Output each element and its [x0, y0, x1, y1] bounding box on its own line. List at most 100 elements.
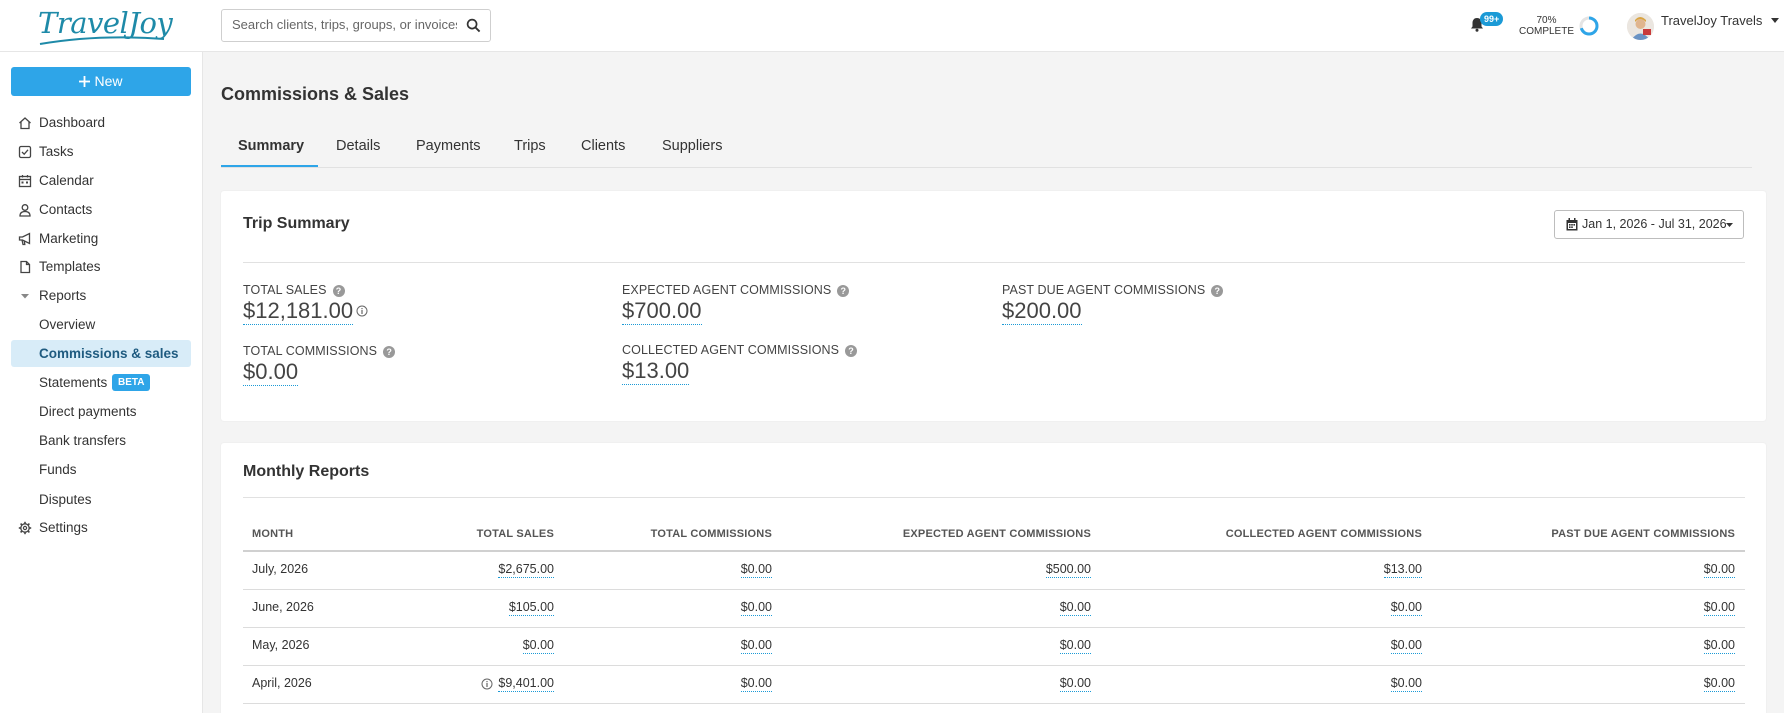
help-icon[interactable]: ?	[845, 345, 858, 357]
cell-past-due[interactable]: $0.00	[1435, 562, 1735, 578]
search-icon[interactable]	[466, 18, 481, 33]
cell-total-commissions[interactable]: $0.00	[572, 600, 772, 616]
progress-donut-icon[interactable]	[1578, 15, 1600, 37]
sidebar-item-calendar[interactable]: Calendar	[11, 168, 191, 194]
column-header-expected-agent-commissions[interactable]: EXPECTED AGENT COMMISSIONS	[791, 528, 1091, 540]
cell-past-due[interactable]: $0.00	[1435, 676, 1735, 692]
cell-value: $0.00	[740, 676, 772, 692]
sidebar-item-settings[interactable]: Settings	[11, 515, 191, 541]
cell-collected[interactable]: $0.00	[1122, 600, 1422, 616]
traveljoy-logo[interactable]: TravelJoy	[38, 6, 173, 45]
cell-value: $0.00	[740, 600, 772, 616]
page-title: Commissions & Sales	[221, 84, 410, 104]
cell-value: $0.00	[522, 638, 554, 654]
cell-value: $0.00	[740, 638, 772, 654]
column-header-collected-agent-commissions[interactable]: COLLECTED AGENT COMMISSIONS	[1122, 528, 1422, 540]
cell-total-sales[interactable]: $2,675.00	[354, 562, 554, 578]
sidebar-item-label: Overview	[39, 317, 96, 332]
tab-clients[interactable]: Clients	[581, 138, 625, 154]
tab-details[interactable]: Details	[336, 138, 380, 154]
beta-badge: BETA	[112, 374, 151, 391]
cell-value: $0.00	[1703, 600, 1735, 616]
new-button[interactable]: New	[11, 67, 191, 96]
calendar-icon	[1566, 218, 1578, 231]
tab-suppliers[interactable]: Suppliers	[662, 138, 722, 154]
cell-value: $0.00	[1703, 676, 1735, 692]
metric-value-collected-agent-commissions[interactable]: $13.00	[622, 359, 690, 385]
sidebar-item-dashboard[interactable]: Dashboard	[11, 110, 191, 136]
metric-value-total-sales[interactable]: $12,181.00	[243, 299, 354, 325]
cell-month: April, 2026	[252, 676, 312, 690]
cell-value: $0.00	[1703, 638, 1735, 654]
sidebar-item-statements[interactable]: Statements BETA	[11, 369, 191, 396]
sidebar-item-marketing[interactable]: Marketing	[11, 226, 191, 252]
sidebar-item-overview[interactable]: Overview	[11, 311, 191, 338]
sidebar-item-label: Commissions & sales	[39, 346, 179, 361]
cell-expected[interactable]: $500.00	[791, 562, 1091, 578]
cell-total-commissions[interactable]: $0.00	[572, 562, 772, 578]
cell-collected[interactable]: $13.00	[1122, 562, 1422, 578]
column-header-month[interactable]: MONTH	[252, 528, 293, 540]
column-header-past-due-agent-commissions[interactable]: PAST DUE AGENT COMMISSIONS	[1435, 528, 1735, 540]
cell-value: $0.00	[1703, 562, 1735, 578]
metric-label-text: EXPECTED AGENT COMMISSIONS	[622, 283, 832, 297]
sidebar-item-reports[interactable]: Reports	[11, 283, 191, 309]
cell-expected[interactable]: $0.00	[791, 638, 1091, 654]
info-icon[interactable]	[356, 305, 368, 317]
date-range-label: Jan 1, 2026 - Jul 31, 2026	[1582, 217, 1727, 231]
sidebar-item-funds[interactable]: Funds	[11, 456, 191, 483]
cell-past-due[interactable]: $0.00	[1435, 600, 1735, 616]
row-divider	[243, 703, 1745, 704]
cell-collected[interactable]: $0.00	[1122, 638, 1422, 654]
sidebar-item-label: Contacts	[39, 202, 93, 217]
sidebar-item-label: Statements	[39, 375, 108, 390]
cell-expected[interactable]: $0.00	[791, 676, 1091, 692]
cell-expected[interactable]: $0.00	[791, 600, 1091, 616]
sidebar-item-direct-payments[interactable]: Direct payments	[11, 398, 191, 425]
metric-value-past-due-agent-commissions[interactable]: $200.00	[1002, 299, 1082, 325]
notifications-badge[interactable]: 99+	[1480, 12, 1504, 26]
sidebar-item-label: Tasks	[39, 144, 74, 159]
sidebar-item-bank-transfers[interactable]: Bank transfers	[11, 427, 191, 454]
tab-summary[interactable]: Summary	[238, 138, 304, 154]
help-icon[interactable]: ?	[837, 285, 850, 297]
cell-collected[interactable]: $0.00	[1122, 676, 1422, 692]
column-header-total-sales[interactable]: TOTAL SALES	[354, 528, 554, 540]
tab-payments[interactable]: Payments	[416, 138, 480, 154]
tab-trips[interactable]: Trips	[514, 138, 546, 154]
sidebar-item-label: Direct payments	[39, 404, 137, 419]
profile-completion-label: COMPLETE	[1519, 26, 1575, 37]
sidebar-item-commissions-sales[interactable]: Commissions & sales	[11, 340, 191, 367]
date-range-picker[interactable]: Jan 1, 2026 - Jul 31, 2026	[1554, 210, 1744, 239]
trip-summary-card	[221, 191, 1766, 421]
cell-value: $2,675.00	[498, 562, 554, 578]
metric-value-total-commissions[interactable]: $0.00	[243, 360, 299, 386]
tab-bar: Summary Details Payments Trips Clients S…	[221, 126, 1752, 168]
cell-total-sales[interactable]: $0.00	[354, 638, 554, 654]
sidebar: New Dashboard Tasks Calendar Contacts Ma…	[0, 52, 203, 713]
sidebar-item-label: Disputes	[39, 492, 92, 507]
user-menu[interactable]: TravelJoy Travels	[1661, 13, 1780, 28]
cell-past-due[interactable]: $0.00	[1435, 638, 1735, 654]
sidebar-item-contacts[interactable]: Contacts	[11, 197, 191, 223]
help-icon[interactable]: ?	[332, 285, 345, 297]
profile-completion[interactable]: 70% COMPLETE	[1519, 15, 1574, 37]
search-input[interactable]	[232, 17, 457, 32]
sidebar-item-label: Reports	[39, 288, 87, 303]
sidebar-item-disputes[interactable]: Disputes	[11, 486, 191, 513]
help-icon[interactable]: ?	[383, 346, 396, 358]
cell-total-sales[interactable]: $9,401.00	[354, 676, 554, 692]
trip-summary-title: Trip Summary	[243, 215, 350, 232]
user-avatar[interactable]	[1627, 13, 1654, 40]
sidebar-item-tasks[interactable]: Tasks	[11, 139, 191, 165]
cell-total-commissions[interactable]: $0.00	[572, 638, 772, 654]
sidebar-item-templates[interactable]: Templates	[11, 254, 191, 280]
cell-total-sales[interactable]: $105.00	[354, 600, 554, 616]
cell-value: $0.00	[1059, 638, 1091, 654]
metric-label-past-due-agent-commissions: PAST DUE AGENT COMMISSIONS?	[1002, 283, 1224, 297]
cell-total-commissions[interactable]: $0.00	[572, 676, 772, 692]
cell-value: $0.00	[1059, 676, 1091, 692]
column-header-total-commissions[interactable]: TOTAL COMMISSIONS	[572, 528, 772, 540]
help-icon[interactable]: ?	[1211, 285, 1224, 297]
metric-value-expected-agent-commissions[interactable]: $700.00	[622, 299, 702, 325]
